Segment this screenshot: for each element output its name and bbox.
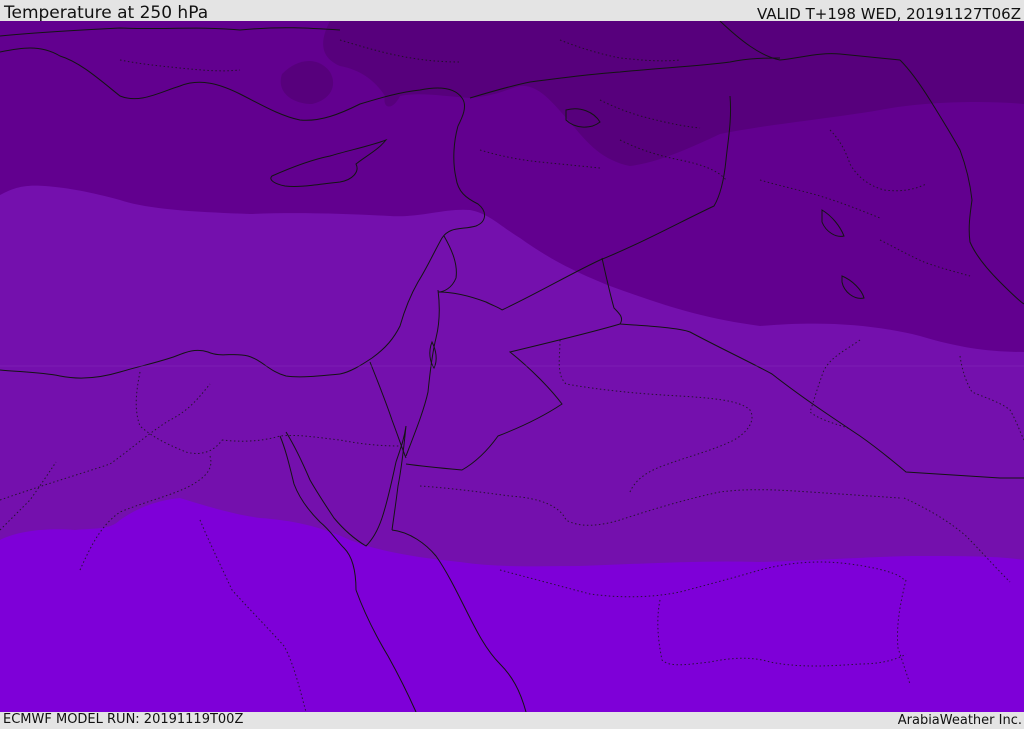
model-run-label: ECMWF MODEL RUN: 20191119T00Z — [3, 712, 244, 727]
header-bar: Temperature at 250 hPa VALID T+198 WED, … — [0, 0, 1024, 23]
map-canvas — [0, 21, 1024, 712]
map-title: Temperature at 250 hPa — [4, 3, 209, 23]
weather-map — [0, 21, 1024, 712]
footer-bar: ECMWF MODEL RUN: 20191119T00Z ArabiaWeat… — [0, 712, 1024, 729]
chart-frame: Temperature at 250 hPa VALID T+198 WED, … — [0, 0, 1024, 729]
credit-label: ArabiaWeather Inc. — [897, 713, 1022, 728]
